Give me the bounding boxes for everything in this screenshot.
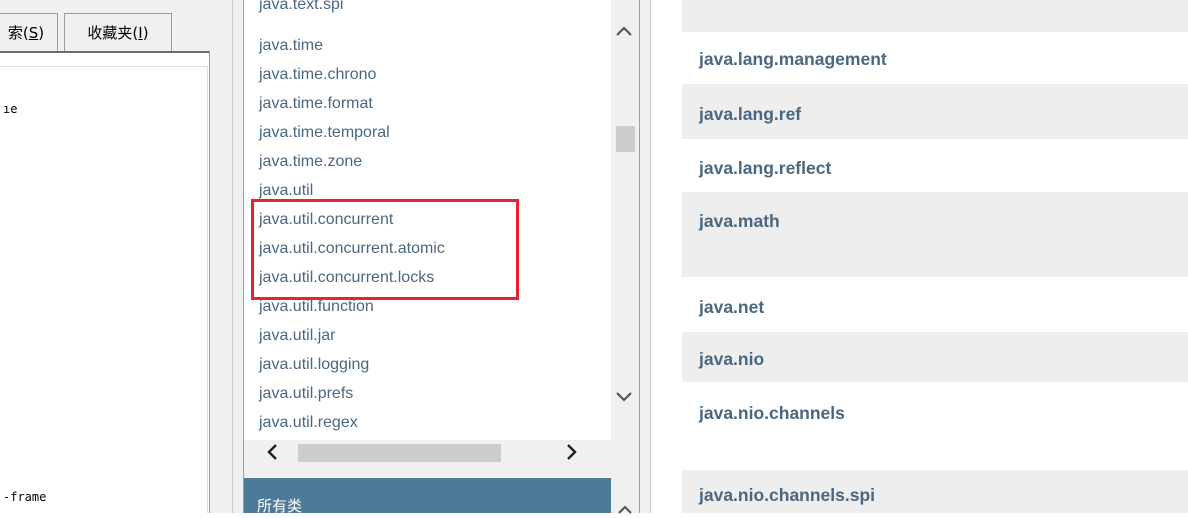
tab-favorites-mnemonic: I — [138, 24, 143, 42]
tab-favorites[interactable]: 收藏夹(I) — [64, 13, 172, 51]
package-link[interactable]: java.util.logging — [259, 356, 369, 374]
package-link[interactable]: java.util.regex — [259, 414, 358, 432]
tab-search-mnemonic: S — [28, 24, 39, 42]
overview-package-link[interactable]: java.lang.management — [699, 49, 887, 70]
package-link-highlighted[interactable]: java.util.concurrent.locks — [259, 269, 434, 287]
overview-row: java.math — [682, 192, 1188, 277]
package-list-horizontal-scrollbar[interactable] — [244, 440, 611, 466]
chevron-up-icon[interactable] — [615, 22, 633, 40]
package-link[interactable]: java.time.temporal — [259, 124, 390, 142]
overview-row: java.lang.management — [682, 32, 1188, 84]
chevron-down-icon[interactable] — [615, 388, 633, 406]
package-link[interactable]: java.time.format — [259, 95, 373, 113]
frame-splitter-left[interactable] — [232, 0, 244, 513]
package-link[interactable]: java.time.chrono — [259, 66, 376, 84]
overview-row: java.nio — [682, 332, 1188, 382]
tab-content-inner-border — [0, 66, 208, 513]
package-list-vertical-scrollbar[interactable] — [611, 0, 639, 440]
overview-row: java.lang.reflect — [682, 139, 1188, 192]
package-link[interactable]: java.util.function — [259, 298, 374, 316]
tab-search-label: 索 — [7, 24, 23, 42]
overview-row: java.net — [682, 277, 1188, 332]
package-overview-pane: java.lang.management java.lang.ref java.… — [651, 0, 1188, 513]
overview-package-link[interactable]: java.lang.reflect — [699, 158, 831, 179]
overview-row: java.nio.channels — [682, 382, 1188, 470]
overview-package-link[interactable]: java.nio.channels — [699, 403, 845, 424]
package-link[interactable]: java.util.jar — [259, 327, 335, 345]
package-link[interactable]: java.util — [259, 182, 313, 200]
package-link[interactable]: java.time.zone — [259, 153, 362, 171]
scrollbar-corner — [611, 440, 639, 466]
overview-package-link[interactable]: java.net — [699, 297, 764, 318]
overview-row: java.nio.channels.spi — [682, 470, 1188, 513]
class-list-vertical-scrollbar[interactable] — [611, 478, 639, 514]
overview-package-link[interactable]: java.nio.channels.spi — [699, 485, 875, 506]
tab-search[interactable]: 索(S) — [0, 13, 58, 51]
package-link[interactable]: java.text.spi — [259, 0, 343, 14]
help-navigation-pane: 索(S) 收藏夹(I) ıe -frame — [0, 0, 232, 513]
package-link-highlighted[interactable]: java.util.concurrent.atomic — [259, 240, 445, 258]
frame-divider[interactable] — [244, 466, 639, 478]
topic-text-bottom[interactable]: -frame — [3, 490, 46, 504]
topic-text-top[interactable]: ıe — [3, 102, 17, 116]
overview-row: java.lang.ref — [682, 84, 1188, 139]
overview-package-link[interactable]: java.nio — [699, 349, 764, 370]
package-link[interactable]: java.util.prefs — [259, 385, 353, 403]
overview-package-link[interactable]: java.math — [699, 211, 780, 232]
horizontal-scroll-thumb[interactable] — [298, 444, 501, 462]
chevron-left-icon[interactable] — [266, 443, 278, 464]
package-list-frame: java.text.spi java.time java.time.chrono… — [244, 0, 611, 440]
chevron-up-icon[interactable] — [617, 500, 633, 518]
tab-favorites-label: 收藏夹 — [87, 24, 133, 42]
vertical-scroll-thumb[interactable] — [616, 126, 635, 152]
overview-package-link[interactable]: java.lang.ref — [699, 104, 801, 125]
overview-row — [682, 0, 1188, 32]
frame-splitter-right[interactable] — [639, 0, 651, 513]
package-link-highlighted[interactable]: java.util.concurrent — [259, 211, 393, 229]
chevron-right-icon[interactable] — [566, 443, 578, 464]
package-link[interactable]: java.time — [259, 37, 323, 55]
all-classes-header: 所有类 — [244, 478, 611, 515]
